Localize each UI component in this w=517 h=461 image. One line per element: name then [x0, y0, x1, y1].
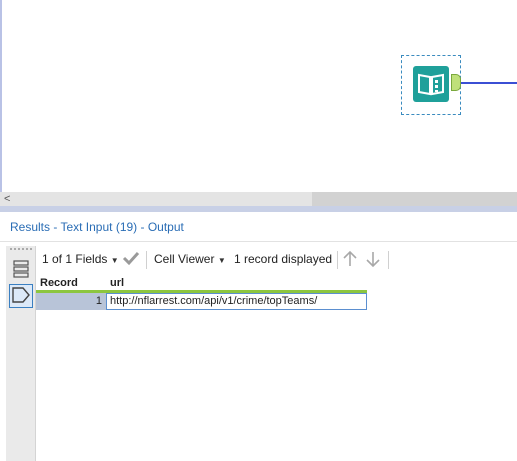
records-displayed-label: 1 record displayed [234, 252, 333, 266]
arrow-down-icon[interactable] [365, 250, 381, 271]
results-left-rail [6, 246, 36, 461]
url-cell[interactable]: http://nflarrest.com/api/v1/crime/topTea… [106, 293, 367, 310]
toolbar-divider [388, 251, 389, 269]
scroll-left-arrow[interactable]: < [4, 192, 14, 206]
fields-dropdown[interactable]: 1 of 1 Fields ▼ [42, 252, 119, 266]
table-row[interactable]: 1 http://nflarrest.com/api/v1/crime/topT… [36, 293, 367, 310]
cell-viewer-dropdown[interactable]: Cell Viewer ▼ [154, 252, 226, 266]
rail-grip[interactable] [10, 248, 32, 252]
canvas-horizontal-scrollbar[interactable]: < [0, 192, 517, 206]
table-view-icon [13, 259, 29, 281]
results-toolbar: 1 of 1 Fields ▼ Cell Viewer ▼ 1 record d… [36, 246, 517, 274]
grid-header: Record url [36, 275, 367, 293]
table-view-button[interactable] [9, 258, 33, 282]
record-number-cell[interactable]: 1 [36, 293, 106, 310]
column-header-record[interactable]: Record [40, 277, 78, 289]
metadata-button[interactable] [9, 284, 33, 308]
scrollbar-thumb[interactable] [312, 192, 517, 206]
cell-viewer-label: Cell Viewer [154, 252, 215, 266]
fields-label: 1 of 1 Fields [42, 252, 108, 266]
apply-checkmark-icon[interactable] [122, 250, 140, 269]
book-icon [413, 66, 449, 102]
workflow-canvas[interactable] [0, 0, 517, 192]
chevron-down-icon: ▼ [110, 256, 119, 265]
toolbar-divider [337, 251, 338, 269]
connection-line[interactable] [461, 82, 517, 84]
output-anchor[interactable] [451, 74, 461, 91]
results-grid: Record url 1 http://nflarrest.com/api/v1… [36, 275, 367, 310]
toolbar-divider [146, 251, 147, 269]
column-header-url[interactable]: url [110, 277, 124, 289]
chevron-down-icon: ▼ [217, 256, 226, 265]
results-header: Results - Text Input (19) - Output [0, 212, 517, 242]
metadata-tag-icon [12, 286, 30, 306]
arrow-up-icon[interactable] [342, 250, 358, 271]
results-title: Results - Text Input (19) - Output [10, 220, 184, 234]
scrollbar-track[interactable] [18, 194, 310, 204]
